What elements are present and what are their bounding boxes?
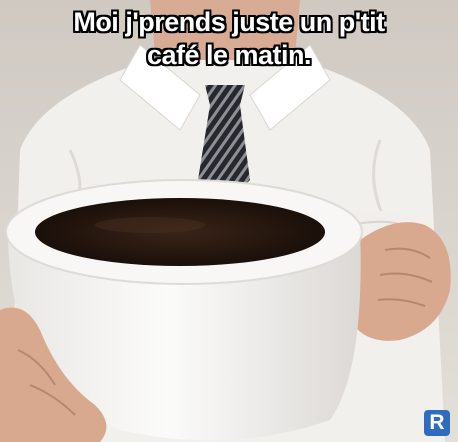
meme-image: Moi j'prends juste un p'tit café le mati… [0,0,458,442]
watermark-logo: R [424,410,450,436]
caption-line-1: Moi j'prends juste un p'tit [73,7,385,37]
coffee-surface [35,198,325,266]
caption-line-2: café le matin. [146,40,312,70]
meme-caption: Moi j'prends juste un p'tit café le mati… [0,6,458,72]
